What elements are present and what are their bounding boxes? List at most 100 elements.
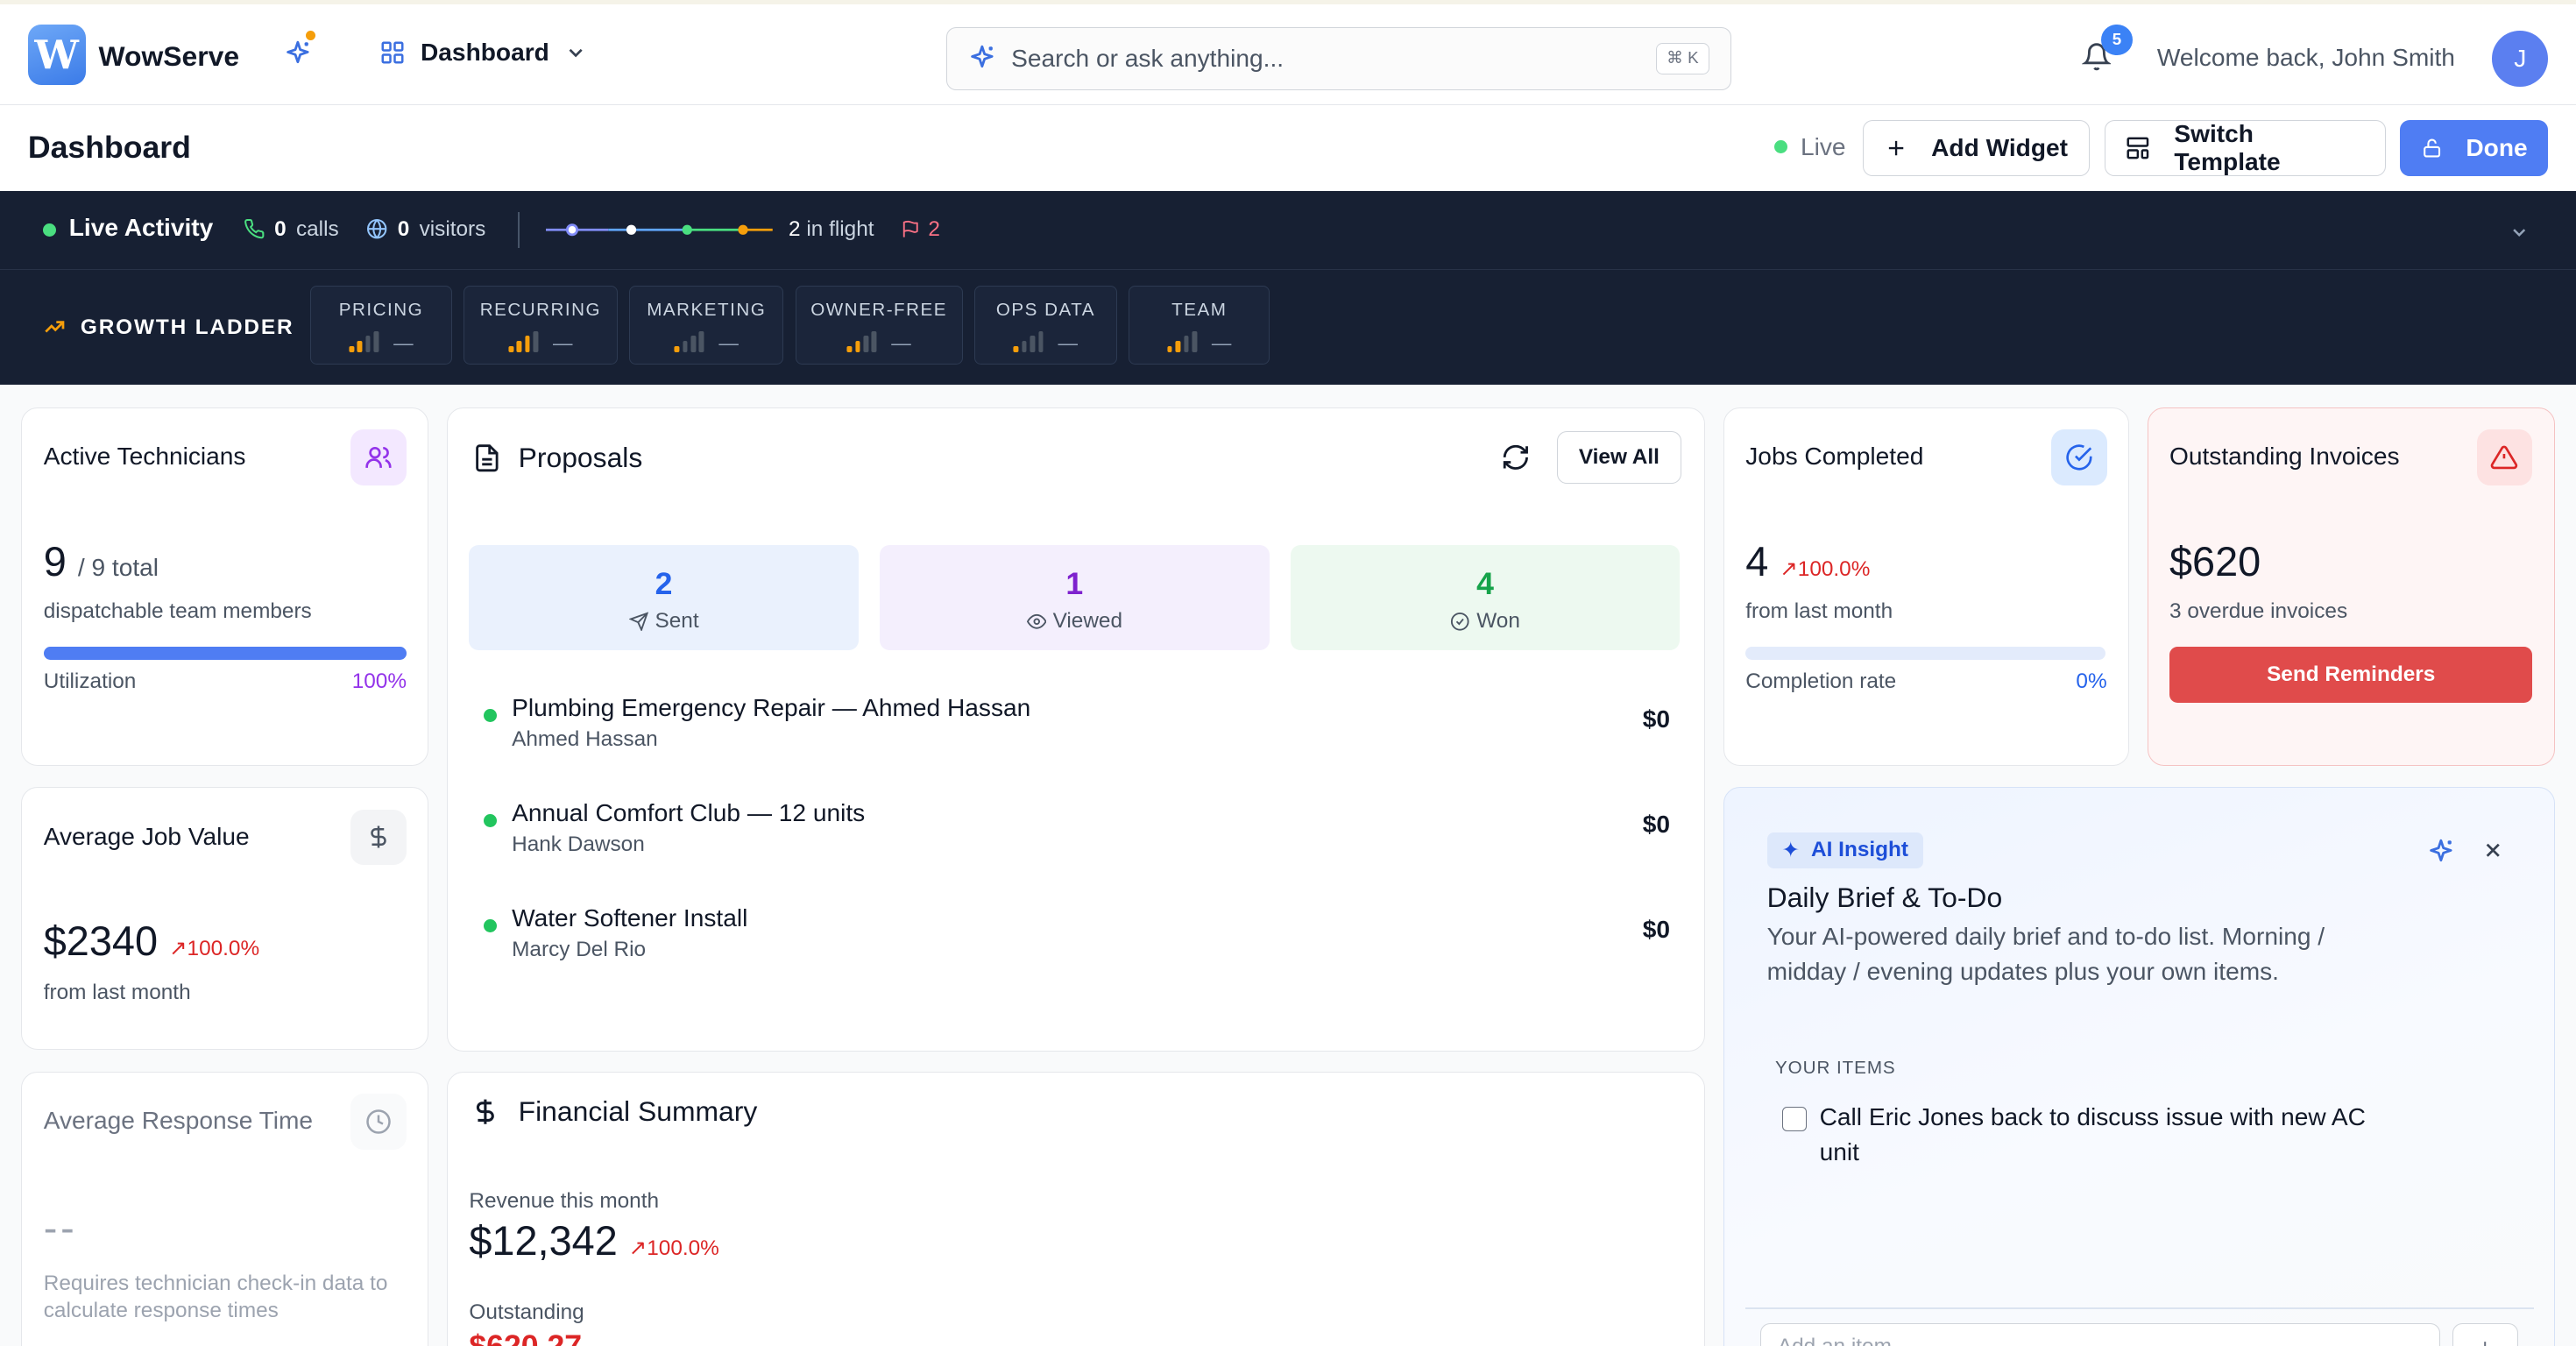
financial-summary-title: Financial Summary [518, 1095, 758, 1127]
todo-checkbox[interactable] [1781, 1106, 1807, 1131]
done-button[interactable]: Done [2400, 119, 2549, 176]
in-flight-count: 2 [789, 216, 801, 241]
proposal-stat-viewed[interactable]: 1 Viewed [880, 544, 1270, 650]
outstanding-invoices-widget[interactable]: Outstanding Invoices $620 3 overdue invo… [2147, 407, 2555, 766]
ai-sparkle-icon[interactable] [2426, 837, 2456, 874]
ai-sparkle-icon[interactable] [283, 39, 313, 75]
flag-stat[interactable]: 2 [901, 217, 940, 242]
signal-bars-icon: — [846, 330, 911, 353]
proposal-stat-label-text: Sent [655, 608, 699, 633]
signal-bars-icon: — [508, 330, 572, 353]
widget-title: Average Job Value [43, 822, 250, 850]
app-root: W WowServe Dashboard Search or ask anyth… [0, 0, 2576, 1346]
wowserve-logo[interactable]: W [27, 24, 86, 85]
live-activity-title: Live Activity [68, 213, 214, 241]
view-all-button[interactable]: View All [1556, 431, 1682, 485]
visitors-stat: 0 visitors [366, 217, 485, 242]
signal-bar [846, 345, 853, 353]
growth-ladder-item[interactable]: OWNER-FREE — [795, 286, 963, 365]
search-input[interactable]: Search or ask anything... [1011, 45, 1284, 73]
dashboard-grid: Active Technicians 9 / 9 total dispatcha… [0, 384, 2576, 1346]
jobs-completed-widget[interactable]: Jobs Completed 4 ↗100.0% from last month… [1723, 407, 2129, 766]
widget-title: Outstanding Invoices [2169, 443, 2400, 471]
live-indicator: Live [1774, 133, 1846, 161]
chevron-down-icon[interactable] [2509, 220, 2530, 250]
signal-bar [349, 345, 355, 353]
calls-stat: 0 calls [244, 217, 339, 242]
switch-template-button[interactable]: Switch Template [2104, 120, 2386, 176]
revenue-change-text: 100.0% [647, 1236, 719, 1260]
signal-bar [1183, 336, 1189, 353]
outstanding-label: Outstanding [469, 1300, 584, 1325]
live-activity-bar[interactable]: Live Activity 0 calls 0 visitors 2 in fl… [0, 190, 2576, 270]
proposal-stat-won[interactable]: 4 Won [1290, 544, 1681, 650]
visitors-label: visitors [419, 216, 486, 241]
technician-subtitle: dispatchable team members [43, 599, 312, 623]
growth-ladder-label: RECURRING [479, 300, 602, 321]
ai-insight-description: Your AI-powered daily brief and to-do li… [1766, 923, 2325, 985]
signal-bars-icon: — [1013, 330, 1078, 353]
revenue-value: $12,342 ↗100.0% [469, 1217, 718, 1265]
dashboard-switcher[interactable]: Dashboard [379, 39, 587, 67]
add-item-button[interactable] [2452, 1323, 2518, 1346]
in-flight-label: in flight [806, 216, 874, 241]
proposals-widget[interactable]: Proposals View All 2 Sent 1 Viewed 4 Won Plum… [447, 407, 1706, 1052]
active-technicians-widget[interactable]: Active Technicians 9 / 9 total dispatcha… [21, 407, 429, 766]
ai-insight-widget[interactable]: ✦ AI Insight Daily Brief & To-Do Your AI… [1723, 787, 2555, 1346]
close-icon[interactable] [2483, 837, 2503, 867]
status-dot [484, 709, 498, 723]
chevron-down-icon [569, 49, 583, 58]
signal-bar [1167, 345, 1172, 353]
user-avatar[interactable]: J [2492, 31, 2549, 87]
brand-name: WowServe [98, 40, 240, 73]
job-value-amount: $2340 [43, 918, 159, 965]
proposal-stat-value: 1 [1065, 566, 1084, 601]
signal-bar [1038, 330, 1044, 353]
proposals-title: Proposals [518, 441, 643, 473]
revenue-amount: $12,342 [469, 1217, 618, 1264]
average-job-value-widget[interactable]: Average Job Value $2340 ↗100.0% from las… [21, 787, 429, 1051]
proposal-row[interactable]: Water Softener Install Marcy Del Rio $0 [482, 900, 1670, 973]
widget-title: Average Response Time [43, 1106, 314, 1134]
revenue-label: Revenue this month [469, 1188, 660, 1213]
signal-bar [365, 336, 371, 353]
add-item-input[interactable]: Add an item... [1760, 1323, 2441, 1346]
layout-template-icon [2127, 137, 2149, 159]
status-dot [484, 814, 498, 828]
growth-ladder-item[interactable]: TEAM — [1129, 286, 1270, 365]
growth-ladder-item[interactable]: OPS DATA — [973, 286, 1117, 365]
proposal-stat-sent[interactable]: 2 Sent [469, 544, 859, 650]
growth-ladder-title: GROWTH LADDER [80, 315, 294, 339]
financial-summary-widget[interactable]: Financial Summary Revenue this month $12… [447, 1071, 1706, 1346]
proposal-row[interactable]: Plumbing Emergency Repair — Ahmed Hassan… [482, 690, 1670, 762]
calls-label: calls [295, 216, 339, 241]
proposal-name: Plumbing Emergency Repair — Ahmed Hassan [512, 694, 1031, 722]
utilization-fill [43, 646, 407, 660]
flag-count: 2 [928, 216, 940, 241]
live-label: Live [1801, 132, 1846, 160]
completion-label: Completion rate [1745, 669, 1897, 694]
status-dot [484, 919, 498, 933]
utilization-bar [43, 646, 407, 660]
send-reminders-button[interactable]: Send Reminders [2169, 646, 2533, 703]
growth-ladder-item[interactable]: MARKETING — [629, 286, 784, 365]
alert-triangle-icon [2476, 429, 2533, 486]
growth-ladder-label: OWNER-FREE [810, 300, 948, 321]
jobs-count: 4 ↗100.0% [1745, 538, 1870, 585]
average-response-time-widget[interactable]: Average Response Time -- Requires techni… [21, 1071, 429, 1346]
invoices-subtitle: 3 overdue invoices [2169, 599, 2348, 623]
proposal-row[interactable]: Annual Comfort Club — 12 units Hank Dawso… [482, 795, 1670, 868]
sparkle-icon: ✦ [1781, 839, 1800, 863]
growth-ladder-item[interactable]: RECURRING — [463, 286, 618, 365]
send-icon [628, 611, 648, 631]
growth-ladder-item[interactable]: PRICING — [310, 286, 452, 365]
divider [517, 211, 520, 249]
refresh-icon[interactable] [1501, 443, 1531, 479]
add-widget-button[interactable]: Add Widget [1863, 119, 2090, 176]
global-search[interactable]: Search or ask anything... ⌘ K [946, 27, 1732, 90]
dashboard-switcher-label: Dashboard [421, 39, 549, 67]
job-value-change-text: 100.0% [187, 937, 260, 961]
jobs-value: 4 [1745, 539, 1769, 585]
page-header: Dashboard Live Add Widget Switch Templat… [0, 105, 2576, 191]
flight-timeline [545, 223, 773, 237]
